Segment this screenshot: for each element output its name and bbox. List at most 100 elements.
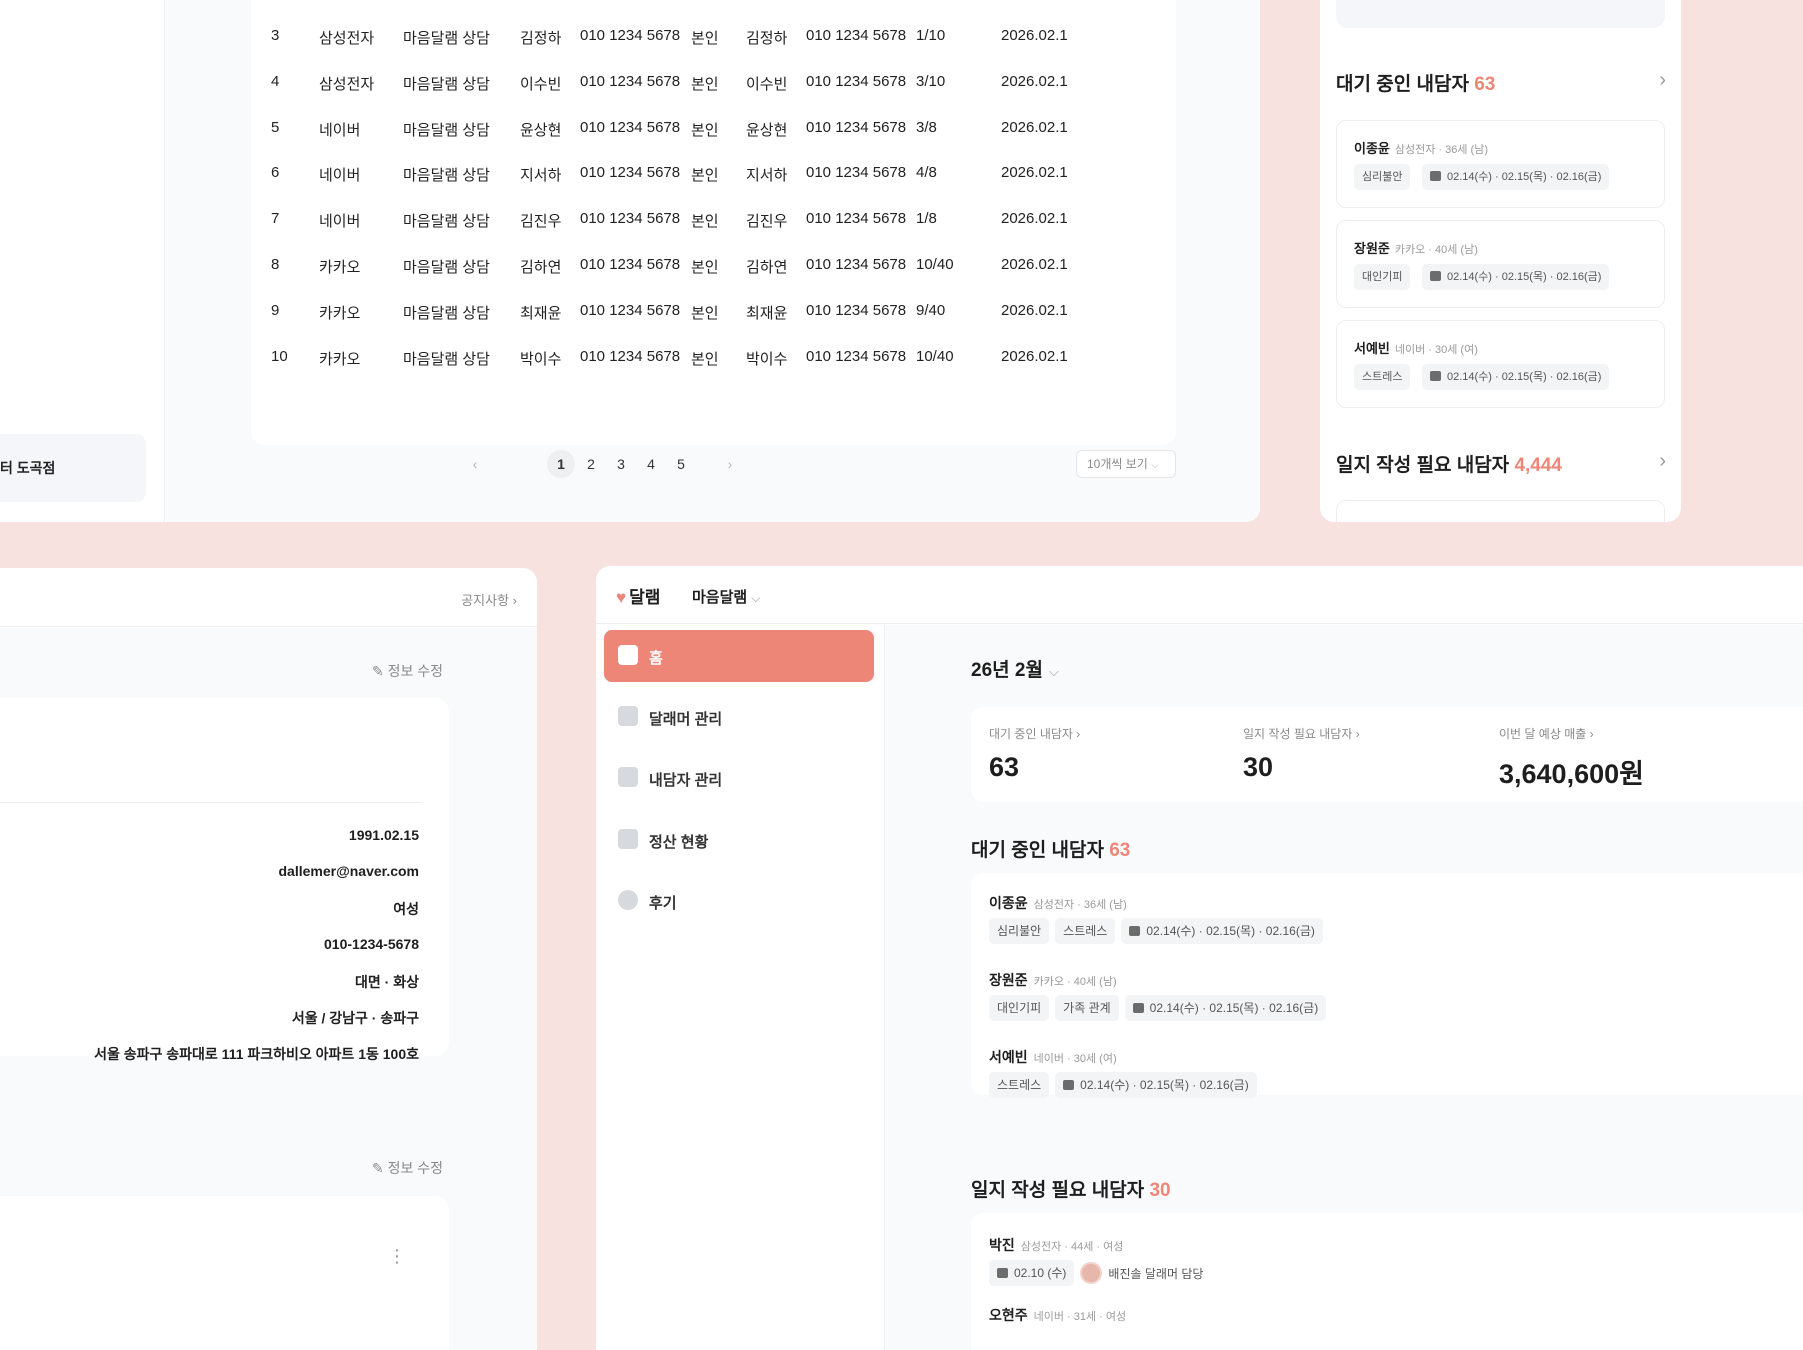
table-row[interactable]: 5 네이버 마음달램 상담 윤상현 010 1234 5678 본인 윤상현 010 1234… (251, 113, 1176, 143)
sidebar-item-clients[interactable]: 내담자 관리 (604, 752, 874, 804)
calendar-icon (1063, 1080, 1075, 1090)
sidebar-item-branch[interactable]: 터 도곡점 (0, 434, 146, 502)
waiting-clients-header[interactable]: 대기 중인 내담자 63 › (1336, 69, 1666, 99)
next-page-button[interactable]: › (716, 450, 744, 478)
cell-company: 삼성전자 (319, 30, 375, 47)
client-card[interactable]: 이종윤 삼성전자 · 36세 (남) 심리불안 02.14(수) · 02.15(… (1336, 120, 1665, 208)
cell-date: 2026.02.1 (1001, 256, 1068, 273)
table-row[interactable]: 10 카카오 마음달램 상담 박이수 010 1234 5678 본인 박이수 010 123… (251, 342, 1176, 372)
summary-card-panel: 대기 중인 내담자 63 › 이종윤 삼성전자 · 36세 (남) 심리불안 02… (1320, 0, 1681, 522)
client-name: 장원준 (1354, 241, 1390, 256)
schedule-dates: 02.14(수) · 02.15(목) · 02.16(금) (1447, 371, 1602, 383)
cell-no: 5 (271, 118, 280, 136)
cell-relation: 본인 (691, 213, 719, 231)
schedule-dates: 02.14(수) · 02.15(목) · 02.16(금) (1447, 171, 1602, 183)
table-row[interactable]: 3 삼성전자 마음달램 상담 김정하 010 1234 5678 본인 김정하 010 123… (251, 21, 1176, 51)
stat-expected-revenue[interactable]: 이번 달 예상 매출 › 3,640,600원 (1499, 725, 1644, 791)
stat-journal-needed[interactable]: 일지 작성 필요 내담자 › 30 (1243, 725, 1360, 783)
table-row[interactable]: 4 삼성전자 마음달램 상담 이수빈 010 1234 5678 본인 이수빈 010 123… (251, 67, 1176, 97)
page-5-button[interactable]: 5 (667, 450, 695, 478)
cell-client: 최재윤 (746, 304, 788, 322)
cell-applicant-phone: 010 1234 5678 (580, 347, 681, 365)
client-name: 이종윤 (1354, 141, 1390, 156)
schedule-dates: 02.14(수) · 02.15(목) · 02.16(금) (1146, 924, 1315, 938)
waiting-clients-list: 이종윤 삼성전자 · 36세 (남) 심리불안 스트레스 02.14(수) · 02.… (971, 873, 1803, 1098)
cell-company: 카카오 (319, 350, 361, 368)
org-selector[interactable]: 마음달램 ⌵ (692, 586, 760, 607)
cell-program: 마음달램 상담 (403, 30, 490, 47)
list-item[interactable]: 장원준 카카오 · 40세 (남) 대인기피 가족 관계 02.14(수) · 02.… (989, 970, 1689, 1021)
client-card[interactable] (1336, 500, 1665, 522)
list-item[interactable]: 이종윤 삼성전자 · 36세 (남) 심리불안 스트레스 02.14(수) · 02.… (989, 893, 1689, 944)
cell-applicant-phone: 010 1234 5678 (580, 27, 681, 44)
sidebar-item-label: 정산 현황 (649, 834, 709, 851)
prev-page-button[interactable]: ‹ (461, 450, 489, 478)
list-item[interactable]: 서예빈 네이버 · 30세 (여) 스트레스 02.14(수) · 02.15(목)… (989, 1047, 1689, 1098)
table-row[interactable]: 9 카카오 마음달램 상담 최재윤 010 1234 5678 본인 최재윤 010 1234… (251, 296, 1176, 326)
list-item[interactable]: 오현주 네이버 · 31세 · 여성 (989, 1305, 1689, 1325)
notice-link[interactable]: 공지사항 › (461, 590, 517, 609)
journal-needed-header[interactable]: 일지 작성 필요 내담자 4,444 › (1336, 450, 1666, 480)
cell-sessions: 10/40 (916, 256, 954, 273)
edit-info-button[interactable]: ✎ 정보 수정 (372, 1158, 443, 1178)
waiting-clients-count: 63 (1474, 74, 1496, 95)
section-title-text: 일지 작성 필요 내담자 (971, 1180, 1145, 1201)
client-meta: 네이버 · 30세 (여) (1394, 344, 1478, 356)
org-name: 마음달램 (692, 589, 748, 606)
cell-program: 마음달램 상담 (403, 213, 490, 231)
page-size-label: 10개씩 보기 (1087, 457, 1148, 471)
cell-applicant: 윤상현 (520, 121, 562, 139)
sidebar-item-home[interactable]: 홈 (604, 630, 874, 682)
cell-date: 2026.02.1 (1001, 301, 1068, 319)
cell-no: 6 (271, 164, 280, 182)
client-card[interactable]: 장원준 카카오 · 40세 (남) 대인기피 02.14(수) · 02.15(목… (1336, 220, 1665, 308)
cell-program: 마음달램 상담 (403, 259, 490, 276)
page-3-button[interactable]: 3 (607, 450, 635, 478)
sidebar-item-counselors[interactable]: 달래머 관리 (604, 691, 874, 743)
address-value: 서울 송파구 송파대로 111 파크하비오 아파트 1동 100호 (94, 1046, 419, 1062)
cell-relation: 본인 (691, 259, 719, 276)
cell-no: 8 (271, 256, 280, 273)
schedule-dates: 02.14(수) · 02.15(목) · 02.16(금) (1447, 271, 1602, 283)
page-1-button[interactable]: 1 (547, 450, 575, 478)
journal-needed-count: 4,444 (1514, 455, 1562, 476)
app-logo[interactable]: ♥ 달램 (616, 583, 660, 608)
month-label: 26년 2월 (971, 660, 1043, 681)
more-options-icon[interactable]: ⋮ (388, 1246, 406, 1267)
client-meta: 네이버 · 30세 (여) (1033, 1053, 1117, 1065)
table-row[interactable]: 8 카카오 마음달램 상담 김하연 010 1234 5678 본인 김하연 010 1234… (251, 250, 1176, 280)
cell-no: 7 (271, 210, 280, 228)
cell-client: 지서하 (746, 167, 788, 185)
page-size-select[interactable]: 10개씩 보기 ⌵ (1076, 450, 1176, 478)
review-icon (618, 890, 638, 910)
cell-relation: 본인 (691, 75, 719, 93)
cell-applicant: 김진우 (520, 213, 562, 231)
concern-tag: 대인기피 (1354, 264, 1411, 290)
stats-card: 대기 중인 내담자 › 63 일지 작성 필요 내담자 › 30 이번 달 예상… (971, 707, 1803, 802)
table-row[interactable]: 6 네이버 마음달램 상담 지서하 010 1234 5678 본인 지서하 010 1234… (251, 158, 1176, 188)
sidebar-item-reviews[interactable]: 후기 (604, 875, 874, 927)
list-item[interactable]: 박진 삼성전자 · 44세 · 여성 02.10 (수) 배진솔 달래머 담당 (989, 1235, 1689, 1286)
journal-needed-title: 일지 작성 필요 내담자 (1336, 455, 1510, 476)
stat-label: 일지 작성 필요 내담자 › (1243, 727, 1360, 741)
dashboard-panel: ♥ 달램 마음달램 ⌵ 홈 달래머 관리 내담자 관리 정산 현황 후기 26년 2… (596, 566, 1803, 1350)
client-meta: 카카오 · 40세 (남) (1033, 976, 1117, 988)
client-meta: 카카오 · 40세 (남) (1394, 244, 1478, 256)
page-4-button[interactable]: 4 (637, 450, 665, 478)
cell-date: 2026.02.1 (1001, 72, 1068, 90)
stat-value: 3,640,600원 (1499, 759, 1644, 789)
cell-sessions: 3/8 (916, 118, 937, 136)
edit-info-button[interactable]: ✎ 정보 수정 (372, 661, 443, 681)
concern-tag: 스트레스 (1354, 364, 1411, 390)
page-2-button[interactable]: 2 (577, 450, 605, 478)
client-card[interactable]: 서예빈 네이버 · 30세 (여) 스트레스 02.14(수) · 02.15(목… (1336, 320, 1665, 408)
stat-waiting-clients[interactable]: 대기 중인 내담자 › 63 (989, 725, 1080, 783)
schedule-dates: 02.14(수) · 02.15(목) · 02.16(금) (1080, 1078, 1249, 1092)
heart-logo-icon: ♥ (616, 588, 627, 607)
sidebar-item-label: 홈 (649, 650, 663, 667)
session-type-value: 대면 · 화상 (355, 974, 419, 990)
sidebar-item-settlement[interactable]: 정산 현황 (604, 814, 874, 866)
month-selector[interactable]: 26년 2월 ⌵ (971, 655, 1059, 682)
table-row[interactable]: 7 네이버 마음달램 상담 김진우 010 1234 5678 본인 김진우 010 1234… (251, 204, 1176, 234)
cell-applicant-phone: 010 1234 5678 (580, 164, 681, 182)
